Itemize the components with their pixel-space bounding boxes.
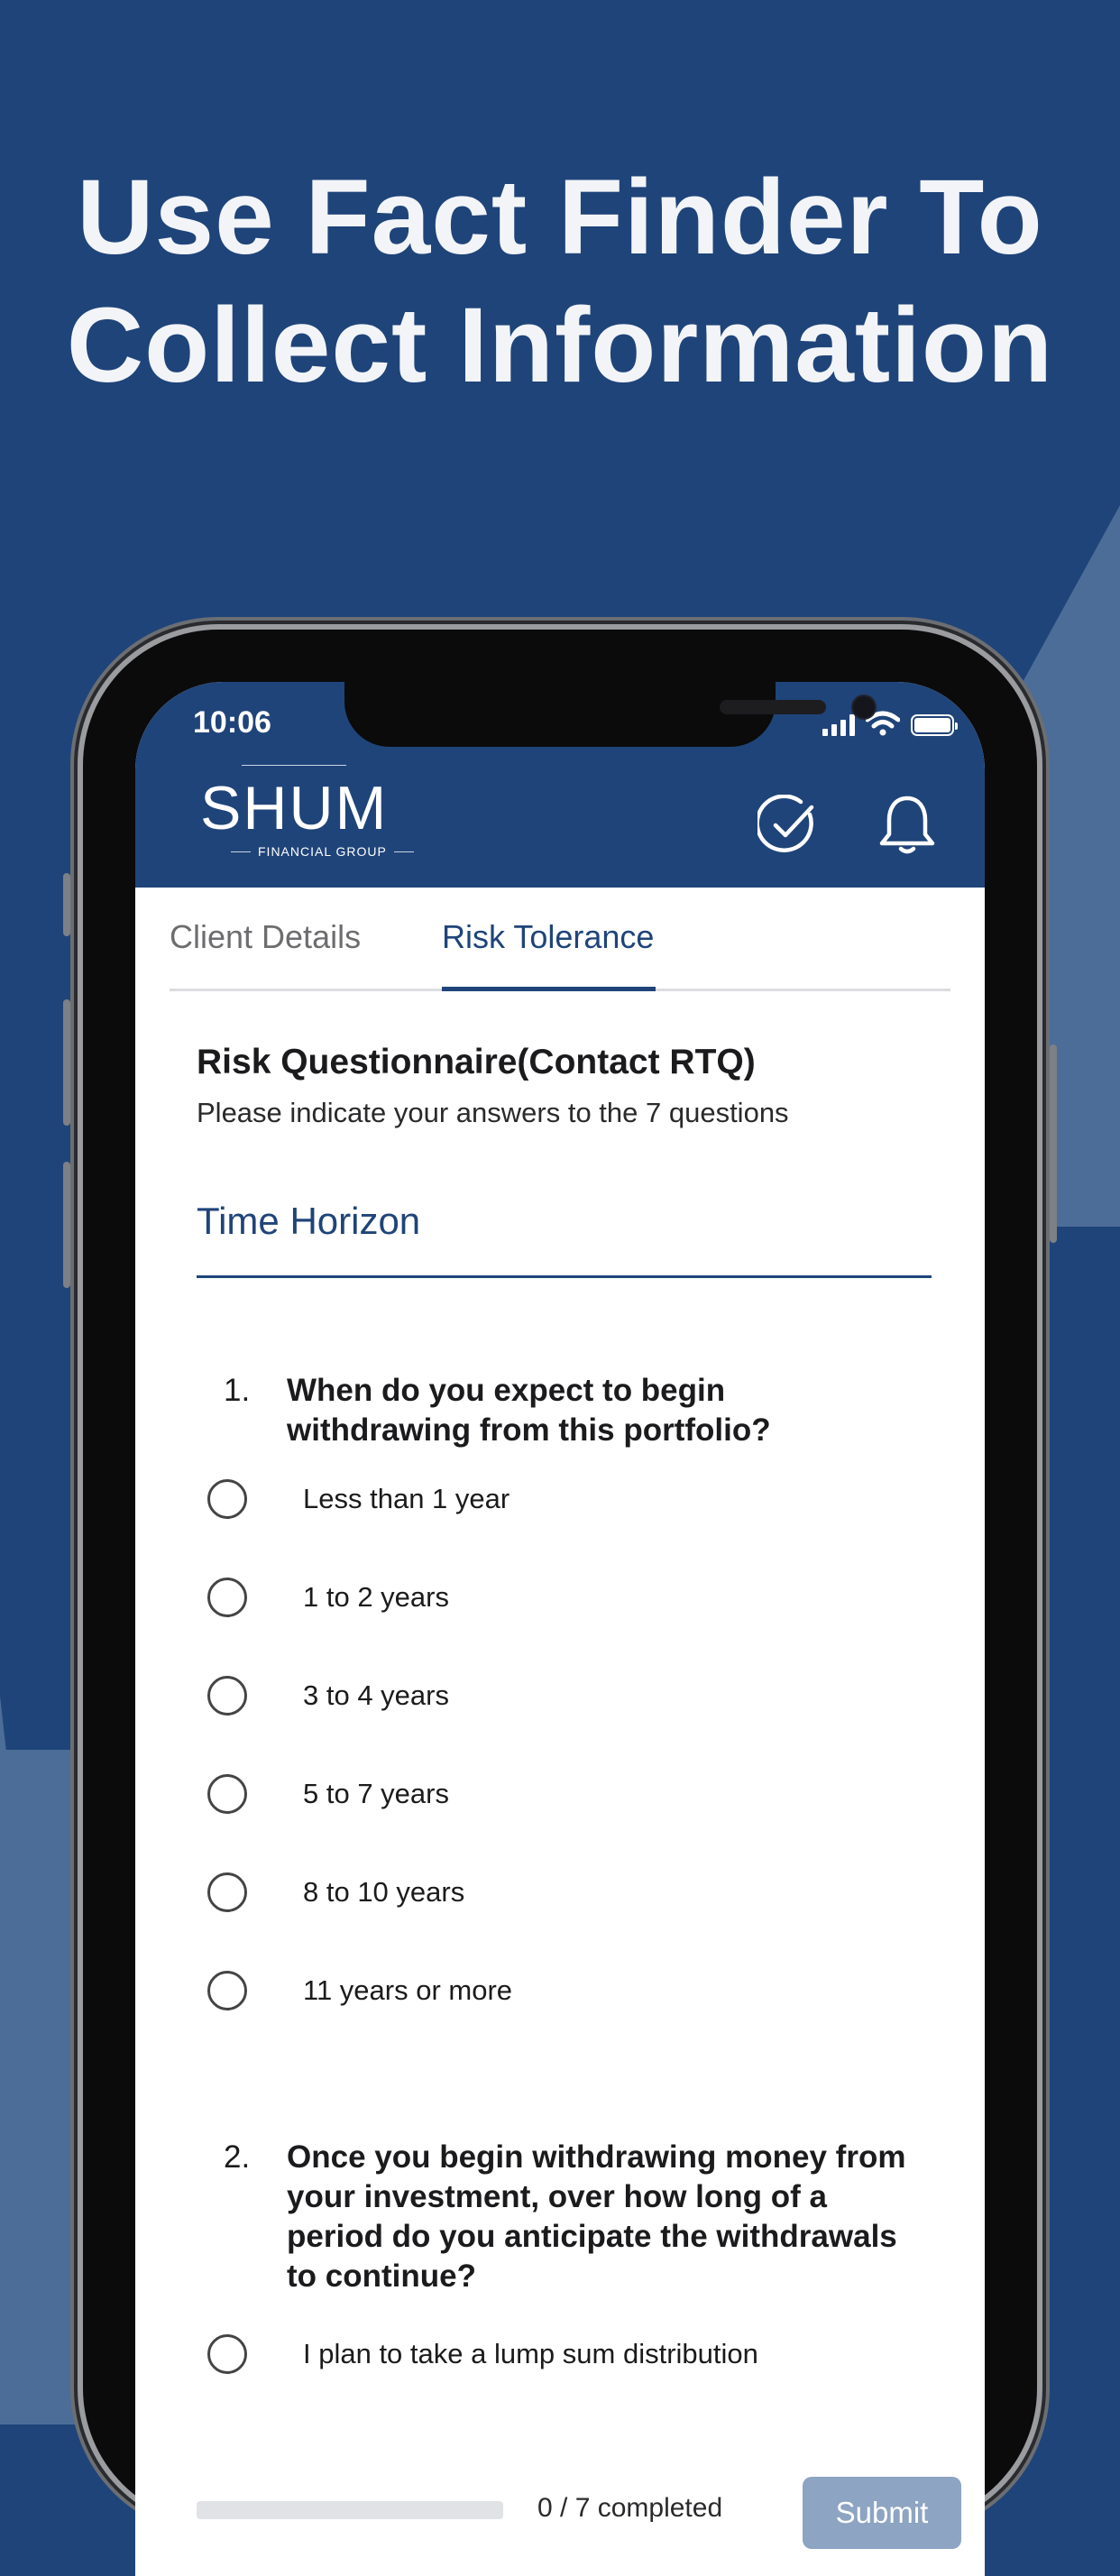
phone-mute-switch: [63, 873, 70, 936]
bell-icon[interactable]: [878, 795, 936, 856]
phone-power-button: [1050, 1044, 1057, 1243]
question-number: 2.: [224, 2139, 251, 2175]
option-q1-11-years-or-more[interactable]: 11 years or more: [207, 1967, 893, 2018]
phone-frame: 10:06 SHUM FINANCIAL GROUP Client Detail…: [63, 630, 1057, 2576]
option-q1-1-to-2-years[interactable]: 1 to 2 years: [207, 1574, 893, 1624]
status-icons: [822, 709, 958, 736]
option-label: 3 to 4 years: [303, 1679, 449, 1711]
active-tab-indicator: [442, 987, 656, 991]
logo-subtext: FINANCIAL GROUP: [200, 844, 414, 859]
cellular-signal-icon: [822, 713, 855, 736]
progress-text: 0 / 7 completed: [537, 2493, 723, 2523]
option-label: 11 years or more: [303, 1974, 513, 2006]
questionnaire-subtitle: Please indicate your answers to the 7 qu…: [197, 1097, 789, 1128]
option-q1-5-to-7-years[interactable]: 5 to 7 years: [207, 1771, 893, 1821]
question-2: 2. Once you begin withdrawing money from…: [224, 2138, 909, 2300]
company-logo: SHUM FINANCIAL GROUP: [200, 765, 414, 859]
option-q1-8-to-10-years[interactable]: 8 to 10 years: [207, 1869, 893, 1919]
battery-icon: [911, 714, 958, 736]
earpiece-speaker: [720, 700, 826, 714]
tab-bar: Client Details Risk Tolerance: [170, 888, 950, 991]
logo-wordmark: SHUM: [200, 774, 389, 842]
submit-button[interactable]: Submit: [803, 2477, 961, 2549]
section-title: Time Horizon: [197, 1200, 421, 1242]
radio-button[interactable]: [207, 1872, 247, 1912]
headline-line-2: Collect Information: [66, 286, 1054, 405]
question-number: 1.: [224, 1373, 251, 1408]
radio-button[interactable]: [207, 2334, 247, 2374]
phone-volume-down: [63, 1162, 70, 1288]
option-label: 5 to 7 years: [303, 1778, 449, 1809]
questionnaire-title: Risk Questionnaire(Contact RTQ): [197, 1043, 756, 1081]
option-label: I plan to take a lump sum distribution: [303, 2338, 758, 2369]
headline-line-1: Use Fact Finder To: [77, 158, 1043, 277]
phone-volume-up: [63, 999, 70, 1126]
checkmark-circle-icon[interactable]: [757, 795, 819, 856]
option-label: Less than 1 year: [303, 1483, 510, 1514]
question-text: Once you begin withdrawing money from yo…: [287, 2139, 906, 2294]
option-q1-3-to-4-years[interactable]: 3 to 4 years: [207, 1672, 893, 1723]
background-shape-left-fill: [0, 1750, 81, 2424]
radio-button[interactable]: [207, 1971, 247, 2010]
front-camera: [851, 695, 877, 720]
radio-button[interactable]: [207, 1676, 247, 1716]
question-text: When do you expect to begin withdrawing …: [287, 1373, 771, 1448]
option-label: 8 to 10 years: [303, 1876, 465, 1908]
radio-button[interactable]: [207, 1578, 247, 1617]
option-q2-lump-sum[interactable]: I plan to take a lump sum distribution: [207, 2331, 893, 2381]
tab-risk-tolerance[interactable]: Risk Tolerance: [442, 918, 654, 956]
phone-notch: [344, 682, 877, 747]
radio-button[interactable]: [207, 1479, 247, 1519]
option-label: 1 to 2 years: [303, 1581, 449, 1613]
radio-button[interactable]: [207, 1774, 247, 1814]
phone-screen: 10:06 SHUM FINANCIAL GROUP Client Detail…: [135, 682, 985, 2576]
question-1: 1. When do you expect to begin withdrawi…: [224, 1371, 909, 1452]
marketing-headline: Use Fact Finder To Collect Information: [0, 153, 1120, 409]
section-divider: [197, 1275, 932, 1278]
progress-bar: [197, 2501, 503, 2519]
status-time: 10:06: [193, 705, 271, 740]
option-q1-less-than-1-year[interactable]: Less than 1 year: [207, 1476, 893, 1526]
tab-client-details[interactable]: Client Details: [170, 918, 361, 956]
